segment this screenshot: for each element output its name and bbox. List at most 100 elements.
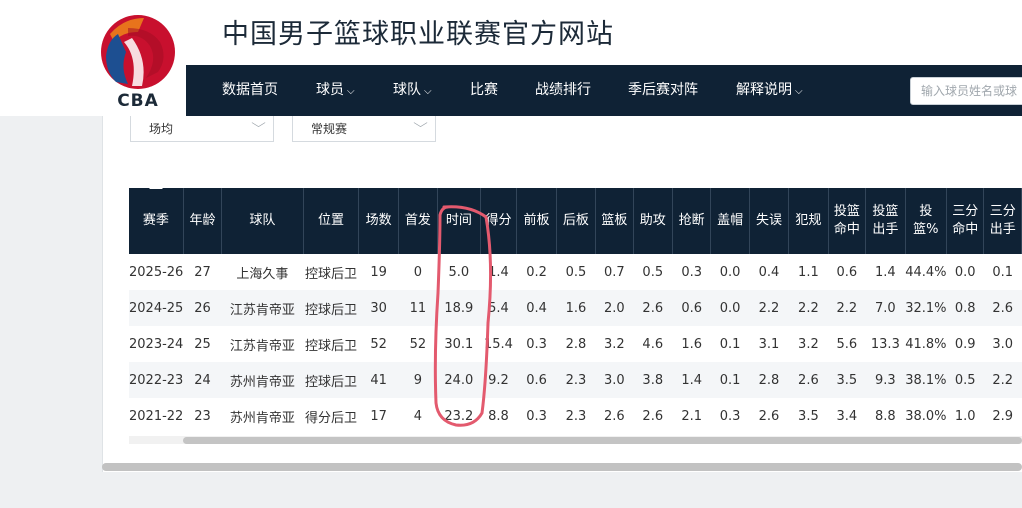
cell-rebounds: 0.7	[595, 254, 634, 290]
column-header-fg-attempted[interactable]: 投篮出手	[865, 188, 906, 254]
column-header-minutes[interactable]: 时间	[437, 188, 481, 254]
column-header-team[interactable]: 球队	[221, 188, 304, 254]
cell-team[interactable]: 苏州肯帝亚	[221, 362, 304, 398]
column-header-age[interactable]: 年龄	[183, 188, 223, 254]
cell-off-rebounds: 0.3	[516, 326, 557, 362]
cell-team[interactable]: 上海久事	[221, 254, 304, 290]
column-header-off-rebounds[interactable]: 前板	[516, 188, 557, 254]
nav-label: 战绩排行	[535, 82, 591, 98]
cell-rebounds: 3.2	[595, 326, 634, 362]
cell-starts: 4	[398, 398, 438, 434]
cell-fg-pct: 41.8%	[905, 326, 947, 362]
cell-fg-made: 3.5	[828, 362, 866, 398]
cell-minutes: 5.0	[437, 254, 481, 290]
cell-3p-made: 0.0	[946, 254, 984, 290]
cell-minutes: 23.2	[437, 398, 481, 434]
nav-item-data-home[interactable]: 数据首页	[222, 65, 278, 116]
column-header-fouls[interactable]: 犯规	[788, 188, 829, 254]
column-header-fg-made[interactable]: 投篮命中	[828, 188, 867, 254]
nav-item-teams[interactable]: 球队 ⌵	[393, 65, 432, 116]
column-header-def-rebounds[interactable]: 后板	[556, 188, 597, 254]
nav-label: 解释说明	[736, 82, 792, 98]
cell-blocks: 0.0	[710, 290, 750, 326]
cell-assists: 4.6	[633, 326, 673, 362]
cell-def-rebounds: 0.5	[556, 254, 596, 290]
cell-team[interactable]: 江苏肯帝亚	[221, 326, 304, 362]
cell-points: 5.4	[480, 290, 517, 326]
nav-item-explanations[interactable]: 解释说明 ⌵	[736, 65, 803, 116]
cba-logo[interactable]: CBA	[98, 12, 178, 110]
column-header-starts[interactable]: 首发	[398, 188, 439, 254]
cell-games: 19	[358, 254, 399, 290]
cell-3p-attempted: 0.1	[983, 254, 1022, 290]
nav-label: 球员	[316, 82, 344, 98]
cell-assists: 2.6	[633, 290, 673, 326]
column-header-3p-made[interactable]: 三分命中	[946, 188, 985, 254]
cell-off-rebounds: 0.4	[516, 290, 557, 326]
column-header-season[interactable]: 赛季	[129, 188, 184, 254]
cell-3p-made: 0.8	[946, 290, 984, 326]
column-header-steals[interactable]: 抢断	[672, 188, 712, 254]
cell-season: 2021-22	[129, 398, 184, 434]
cell-off-rebounds: 0.6	[516, 362, 557, 398]
nav-label: 季后赛对阵	[628, 82, 698, 98]
cell-fouls: 3.5	[788, 398, 829, 434]
cell-fg-pct: 32.1%	[905, 290, 947, 326]
main-nav: 数据首页 球员 ⌵ 球队 ⌵ 比赛 战绩排行 季后赛对阵 解释说明 ⌵	[186, 65, 1022, 116]
stat-mode-select[interactable]: 场均 ⌵	[130, 116, 274, 142]
cell-age: 26	[183, 290, 222, 326]
cell-blocks: 0.0	[710, 254, 750, 290]
cell-team[interactable]: 苏州肯帝亚	[221, 398, 304, 434]
column-header-games[interactable]: 场数	[358, 188, 399, 254]
cell-position: 控球后卫	[303, 254, 359, 290]
chevron-down-icon: ⌵	[251, 116, 266, 130]
nav-item-games[interactable]: 比赛	[470, 65, 498, 116]
cell-turnovers: 3.1	[749, 326, 789, 362]
player-search[interactable]	[910, 77, 1022, 105]
column-header-fg-pct[interactable]: 投篮%	[905, 188, 948, 254]
cell-assists: 2.6	[633, 398, 673, 434]
column-header-points[interactable]: 得分	[480, 188, 518, 254]
table-row: 2024-25 26 江苏肯帝亚 控球后卫 30 11 18.9 5.4 0.4 1.6 2.0 2.…	[129, 290, 1022, 326]
cell-fg-attempted: 7.0	[865, 290, 906, 326]
cell-assists: 3.8	[633, 362, 673, 398]
table-body: 2025-26 27 上海久事 控球后卫 19 0 5.0 1.4 0.2 0.5 0.7 0.5 0.…	[129, 254, 1022, 434]
cell-fg-pct: 38.0%	[905, 398, 947, 434]
cell-steals: 0.3	[672, 254, 711, 290]
cell-age: 24	[183, 362, 222, 398]
cell-team[interactable]: 江苏肯帝亚	[221, 290, 304, 326]
nav-item-standings[interactable]: 战绩排行	[535, 65, 591, 116]
nav-item-players[interactable]: 球员 ⌵	[316, 65, 355, 116]
column-header-assists[interactable]: 助攻	[633, 188, 673, 254]
page-horizontal-scrollbar[interactable]	[102, 463, 1022, 471]
column-header-3p-attempted[interactable]: 三分出手	[983, 188, 1022, 254]
chevron-down-icon: ⌵	[424, 86, 432, 97]
nav-label: 球队	[393, 82, 421, 98]
nav-label: 比赛	[470, 82, 498, 98]
chevron-down-icon: ⌵	[347, 86, 355, 97]
cell-rebounds: 2.6	[595, 398, 634, 434]
cell-fouls: 2.2	[788, 290, 829, 326]
nav-item-playoff-bracket[interactable]: 季后赛对阵	[628, 65, 698, 116]
chevron-down-icon: ⌵	[413, 116, 428, 130]
column-header-position[interactable]: 位置	[303, 188, 360, 254]
cell-games: 17	[358, 398, 399, 434]
cell-season: 2024-25	[129, 290, 184, 326]
cell-position: 控球后卫	[303, 290, 359, 326]
season-type-select[interactable]: 常规赛 ⌵	[292, 116, 436, 142]
cell-fg-made: 2.2	[828, 290, 866, 326]
cell-rebounds: 3.0	[595, 362, 634, 398]
cell-turnovers: 0.4	[749, 254, 789, 290]
column-header-turnovers[interactable]: 失误	[749, 188, 790, 254]
cell-steals: 1.4	[672, 362, 711, 398]
table-scrollbar-thumb[interactable]	[183, 437, 1022, 444]
cell-steals: 2.1	[672, 398, 711, 434]
cell-minutes: 24.0	[437, 362, 481, 398]
search-input[interactable]	[911, 78, 1022, 104]
table-row: 2021-22 23 苏州肯帝亚 得分后卫 17 4 23.2 8.8 0.3 2.3 2.6 2.6…	[129, 398, 1022, 434]
column-header-rebounds[interactable]: 篮板	[595, 188, 634, 254]
cell-fouls: 2.6	[788, 362, 829, 398]
cell-off-rebounds: 0.2	[516, 254, 557, 290]
column-header-blocks[interactable]: 盖帽	[710, 188, 750, 254]
cell-minutes: 18.9	[437, 290, 481, 326]
